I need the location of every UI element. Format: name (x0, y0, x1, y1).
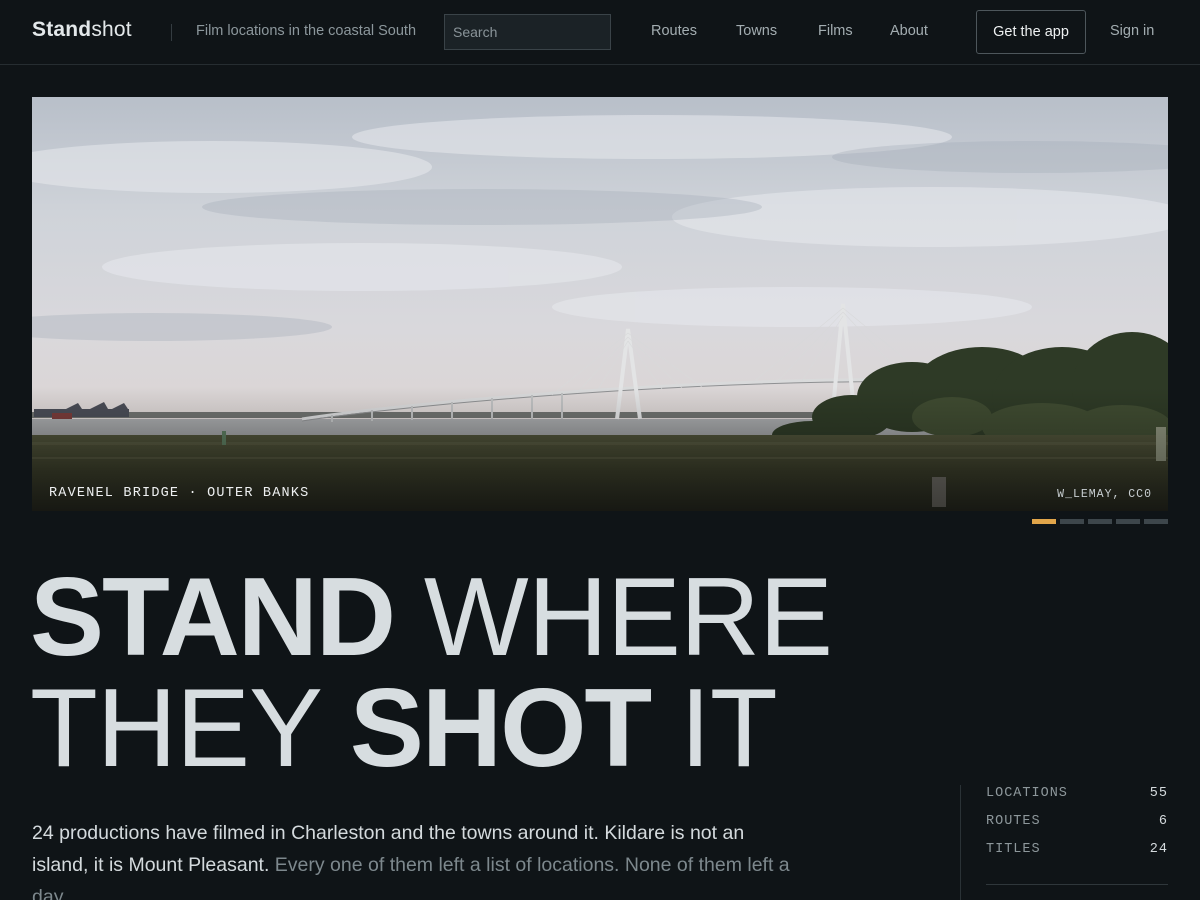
brand-divider (171, 24, 172, 41)
carousel-dot-5[interactable] (1144, 519, 1168, 524)
stat-value: 6 (1158, 814, 1168, 829)
stat-value: 24 (1149, 842, 1168, 857)
get-the-app-button[interactable]: Get the app (976, 10, 1086, 54)
stat-label: LOCATIONS (986, 786, 1068, 801)
stats-divider (960, 785, 961, 900)
carousel-dot-1[interactable] (1032, 519, 1056, 524)
carousel-dot-3[interactable] (1088, 519, 1112, 524)
stats-bottom-rule (986, 884, 1168, 885)
headline-line-1: STAND WHERE (30, 555, 833, 679)
nav-link-films[interactable]: Films (818, 23, 853, 39)
intro-paragraph: 24 productions have filmed in Charleston… (32, 817, 792, 900)
brand-logo[interactable]: Standshot (32, 18, 132, 42)
stat-routes: ROUTES 6 (986, 814, 1168, 834)
headline-line-2: THEY SHOT IT (30, 666, 778, 790)
carousel-dot-2[interactable] (1060, 519, 1084, 524)
page-headline: STAND WHERE THEY SHOT IT (30, 555, 833, 790)
sign-in-link[interactable]: Sign in (1110, 23, 1154, 39)
carousel-indicator (1032, 519, 1168, 525)
site-tagline: Film locations in the coastal South (196, 23, 417, 39)
carousel-dot-4[interactable] (1116, 519, 1140, 524)
stat-titles: TITLES 24 (986, 842, 1168, 862)
photo-credit: W_LEMAY, CC0 (1057, 488, 1152, 501)
stat-value: 55 (1149, 786, 1168, 801)
bridge-landscape-image (32, 97, 1168, 511)
hero-photo: RAVENEL BRIDGE · OUTER BANKS W_LEMAY, CC… (32, 97, 1168, 511)
hero-caption: RAVENEL BRIDGE · OUTER BANKS (49, 486, 310, 501)
nav-link-about[interactable]: About (890, 23, 928, 39)
stat-label: TITLES (986, 842, 1041, 857)
stat-label: ROUTES (986, 814, 1041, 829)
top-navigation-bar: Standshot Film locations in the coastal … (0, 0, 1200, 65)
search-input[interactable] (444, 14, 611, 50)
nav-link-routes[interactable]: Routes (651, 23, 697, 39)
stat-locations: LOCATIONS 55 (986, 786, 1168, 806)
nav-link-towns[interactable]: Towns (736, 23, 777, 39)
